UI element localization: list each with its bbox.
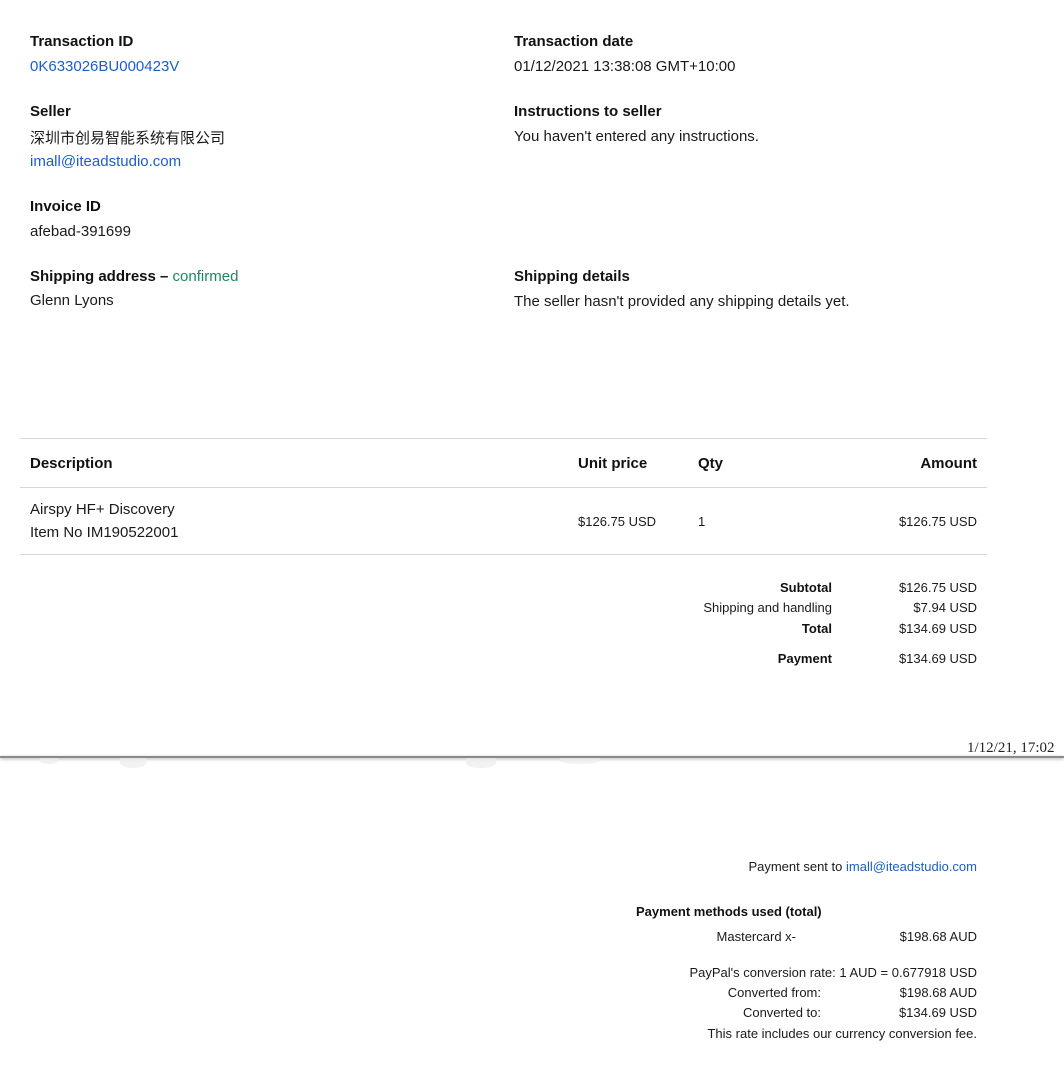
header-description: Description bbox=[30, 455, 113, 472]
print-timestamp: 1/12/21, 17:02 bbox=[967, 740, 1055, 756]
transaction-date-value: 01/12/2021 13:38:08 GMT+10:00 bbox=[514, 58, 736, 75]
payment-sent-email-link[interactable]: imall@iteadstudio.com bbox=[846, 859, 977, 874]
seller-email-link[interactable]: imall@iteadstudio.com bbox=[30, 153, 181, 170]
shipping-address-name: Glenn Lyons bbox=[30, 292, 114, 309]
page-tear-mark bbox=[560, 758, 600, 764]
converted-from-label: Converted from: bbox=[727, 985, 821, 1000]
page-tear-mark bbox=[40, 758, 58, 764]
invoice-id-value: afebad-391699 bbox=[30, 223, 131, 240]
confirmed-status: confirmed bbox=[172, 268, 239, 285]
payment-label: Payment bbox=[777, 651, 832, 666]
table-header-divider bbox=[20, 487, 987, 488]
converted-from-value: $198.68 AUD bbox=[899, 985, 977, 1000]
total-value: $134.69 USD bbox=[898, 621, 977, 636]
table-top-divider bbox=[20, 438, 987, 439]
shipping-handling-label: Shipping and handling bbox=[703, 600, 832, 615]
payment-sent-label: Payment sent to bbox=[748, 859, 843, 874]
item-qty: 1 bbox=[698, 514, 706, 529]
item-amount: $126.75 USD bbox=[898, 514, 977, 529]
payment-sent-line: Payment sent to imall@iteadstudio.com bbox=[748, 859, 977, 874]
shipping-address-label-text: Shipping address – bbox=[30, 268, 169, 285]
page-tear-mark bbox=[120, 758, 146, 768]
shipping-details-label: Shipping details bbox=[514, 268, 630, 285]
header-amount: Amount bbox=[920, 455, 977, 472]
table-bottom-divider bbox=[20, 554, 987, 555]
payment-methods-title: Payment methods used (total) bbox=[636, 904, 822, 919]
page-break-divider bbox=[0, 756, 1064, 758]
subtotal-label: Subtotal bbox=[780, 580, 832, 595]
instructions-label: Instructions to seller bbox=[514, 103, 662, 120]
payment-value: $134.69 USD bbox=[898, 651, 977, 666]
header-qty: Qty bbox=[698, 455, 724, 472]
transaction-date-label: Transaction date bbox=[514, 33, 634, 50]
item-description: Airspy HF+ Discovery bbox=[30, 501, 175, 518]
header-unit-price: Unit price bbox=[578, 455, 648, 472]
shipping-handling-value: $7.94 USD bbox=[913, 600, 977, 615]
shipping-address-label: Shipping address – confirmed bbox=[30, 268, 238, 285]
subtotal-value: $126.75 USD bbox=[898, 580, 977, 595]
shipping-details-value: The seller hasn't provided any shipping … bbox=[514, 293, 850, 310]
seller-name: 深圳市创易智能系统有限公司 bbox=[30, 130, 226, 147]
total-label: Total bbox=[801, 621, 832, 636]
invoice-id-label: Invoice ID bbox=[30, 198, 101, 215]
conversion-rate: PayPal's conversion rate: 1 AUD = 0.6779… bbox=[689, 965, 977, 980]
payment-method-name: Mastercard x- bbox=[716, 929, 796, 944]
conversion-fee-note: This rate includes our currency conversi… bbox=[707, 1026, 977, 1041]
seller-label: Seller bbox=[30, 103, 71, 120]
transaction-id-link[interactable]: 0K633026BU000423V bbox=[30, 58, 179, 75]
converted-to-value: $134.69 USD bbox=[898, 1005, 977, 1020]
instructions-value: You haven't entered any instructions. bbox=[514, 128, 759, 145]
converted-to-label: Converted to: bbox=[742, 1005, 821, 1020]
payment-method-value: $198.68 AUD bbox=[899, 929, 977, 944]
page-tear-mark bbox=[466, 758, 496, 768]
transaction-id-label: Transaction ID bbox=[30, 33, 134, 50]
item-number: Item No IM190522001 bbox=[30, 524, 179, 541]
item-unit-price: $126.75 USD bbox=[578, 514, 657, 529]
